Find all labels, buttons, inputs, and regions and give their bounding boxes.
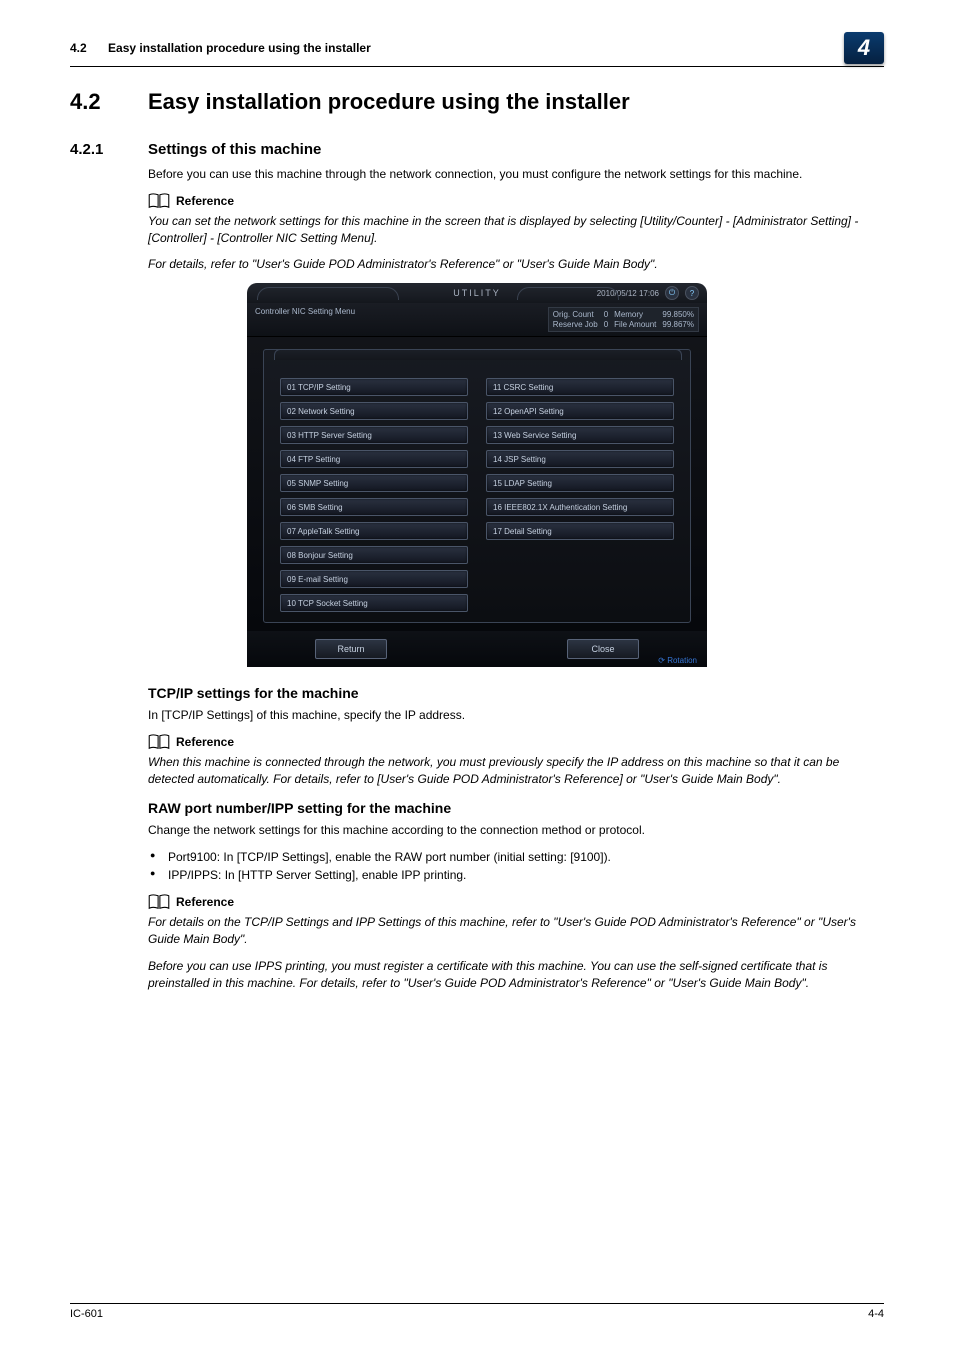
utility-col-right: 11 CSRC Setting 12 OpenAPI Setting 13 We… <box>486 378 674 612</box>
menu-button-06[interactable]: 06 SMB Setting <box>280 498 468 516</box>
status-v4: 99.867% <box>662 320 694 329</box>
rotation-label[interactable]: ⟳ Rotation <box>658 656 697 665</box>
reference-label-3-text: Reference <box>176 895 234 909</box>
menu-button-14[interactable]: 14 JSP Setting <box>486 450 674 468</box>
utility-mainarea: 01 TCP/IP Setting 02 Network Setting 03 … <box>247 337 707 631</box>
page-header: 4.2 Easy installation procedure using th… <box>70 32 884 67</box>
s3-p1: Change the network settings for this mac… <box>148 822 884 839</box>
status-k1: Orig. Count <box>553 310 598 319</box>
s3-title: RAW port number/IPP setting for the mach… <box>148 800 884 816</box>
s3-ref-p1: For details on the TCP/IP Settings and I… <box>148 914 884 948</box>
reference-label-2-text: Reference <box>176 735 234 749</box>
chapter-badge-number: 4 <box>858 35 870 61</box>
utility-frame: 01 TCP/IP Setting 02 Network Setting 03 … <box>263 349 691 623</box>
utility-bottom: Return Close ⟳ Rotation <box>247 631 707 667</box>
page-footer: IC-601 4-4 <box>70 1303 884 1320</box>
help-icon[interactable]: ? <box>685 286 699 300</box>
heading-1-title: Easy installation procedure using the in… <box>148 89 630 115</box>
s3-b1: Port9100: In [TCP/IP Settings], enable t… <box>148 848 884 866</box>
utility-frame-cap <box>274 349 682 360</box>
s3-ref-p2: Before you can use IPPS printing, you mu… <box>148 958 884 992</box>
reference-label-3: Reference <box>148 894 884 910</box>
titlebar-arc-right <box>517 287 619 300</box>
utility-titlebar: UTILITY 2010/05/12 17:06 ⏻ ? <box>247 283 707 303</box>
menu-button-02[interactable]: 02 Network Setting <box>280 402 468 420</box>
footer-product: IC-601 <box>70 1308 103 1320</box>
return-button[interactable]: Return <box>315 639 387 659</box>
menu-button-10[interactable]: 10 TCP Socket Setting <box>280 594 468 612</box>
header-left: 4.2 Easy installation procedure using th… <box>70 41 371 55</box>
book-icon <box>148 193 170 209</box>
heading-2-title: Settings of this machine <box>148 141 321 158</box>
titlebar-arc-left <box>257 287 399 300</box>
s2-ref-p1: When this machine is connected through t… <box>148 754 884 788</box>
book-icon <box>148 734 170 750</box>
reference-label-2: Reference <box>148 734 884 750</box>
s2-title: TCP/IP settings for the machine <box>148 685 884 701</box>
status-k2: Memory <box>614 310 656 319</box>
footer-page: 4-4 <box>868 1308 884 1320</box>
status-k3: Reserve Job <box>553 320 598 329</box>
utility-columns: 01 TCP/IP Setting 02 Network Setting 03 … <box>280 378 674 612</box>
header-section-title: Easy installation procedure using the in… <box>108 41 371 55</box>
heading-1: 4.2 Easy installation procedure using th… <box>70 89 884 115</box>
menu-button-15[interactable]: 15 LDAP Setting <box>486 474 674 492</box>
menu-button-17[interactable]: 17 Detail Setting <box>486 522 674 540</box>
heading-1-number: 4.2 <box>70 89 148 115</box>
power-icon[interactable]: ⏻ <box>665 286 679 300</box>
status-v3: 0 <box>604 320 608 329</box>
s1-ref-p2: For details, refer to "User's Guide POD … <box>148 256 884 273</box>
reference-label-1-text: Reference <box>176 194 234 208</box>
menu-button-05[interactable]: 05 SNMP Setting <box>280 474 468 492</box>
chapter-badge: 4 <box>844 32 884 64</box>
menu-button-04[interactable]: 04 FTP Setting <box>280 450 468 468</box>
s2-p1: In [TCP/IP Settings] of this machine, sp… <box>148 707 884 724</box>
header-section-number: 4.2 <box>70 41 87 55</box>
embedded-utility-screen: UTILITY 2010/05/12 17:06 ⏻ ? Controller … <box>247 283 707 667</box>
s1-intro: Before you can use this machine through … <box>148 166 884 183</box>
utility-title: UTILITY <box>453 288 501 298</box>
s3-bullets: Port9100: In [TCP/IP Settings], enable t… <box>148 848 884 884</box>
heading-2-number: 4.2.1 <box>70 141 148 158</box>
menu-button-03[interactable]: 03 HTTP Server Setting <box>280 426 468 444</box>
menu-button-13[interactable]: 13 Web Service Setting <box>486 426 674 444</box>
reference-label-1: Reference <box>148 193 884 209</box>
menu-button-11[interactable]: 11 CSRC Setting <box>486 378 674 396</box>
heading-2: 4.2.1 Settings of this machine <box>70 141 884 158</box>
close-button[interactable]: Close <box>567 639 639 659</box>
menu-button-08[interactable]: 08 Bonjour Setting <box>280 546 468 564</box>
book-icon <box>148 894 170 910</box>
menu-button-01[interactable]: 01 TCP/IP Setting <box>280 378 468 396</box>
menu-button-09[interactable]: 09 E-mail Setting <box>280 570 468 588</box>
utility-col-left: 01 TCP/IP Setting 02 Network Setting 03 … <box>280 378 468 612</box>
status-k4: File Amount <box>614 320 656 329</box>
utility-menu-label: Controller NIC Setting Menu <box>255 307 548 332</box>
menu-button-12[interactable]: 12 OpenAPI Setting <box>486 402 674 420</box>
status-v2: 99.850% <box>662 310 694 319</box>
s3-b2: IPP/IPPS: In [HTTP Server Setting], enab… <box>148 866 884 884</box>
status-grid: Orig. Count 0 Memory 99.850% Reserve Job… <box>548 307 699 332</box>
s1-ref-p1: You can set the network settings for thi… <box>148 213 884 247</box>
utility-topstrip: Controller NIC Setting Menu Orig. Count … <box>247 303 707 337</box>
menu-button-07[interactable]: 07 AppleTalk Setting <box>280 522 468 540</box>
menu-button-16[interactable]: 16 IEEE802.1X Authentication Setting <box>486 498 674 516</box>
status-v1: 0 <box>604 310 608 319</box>
